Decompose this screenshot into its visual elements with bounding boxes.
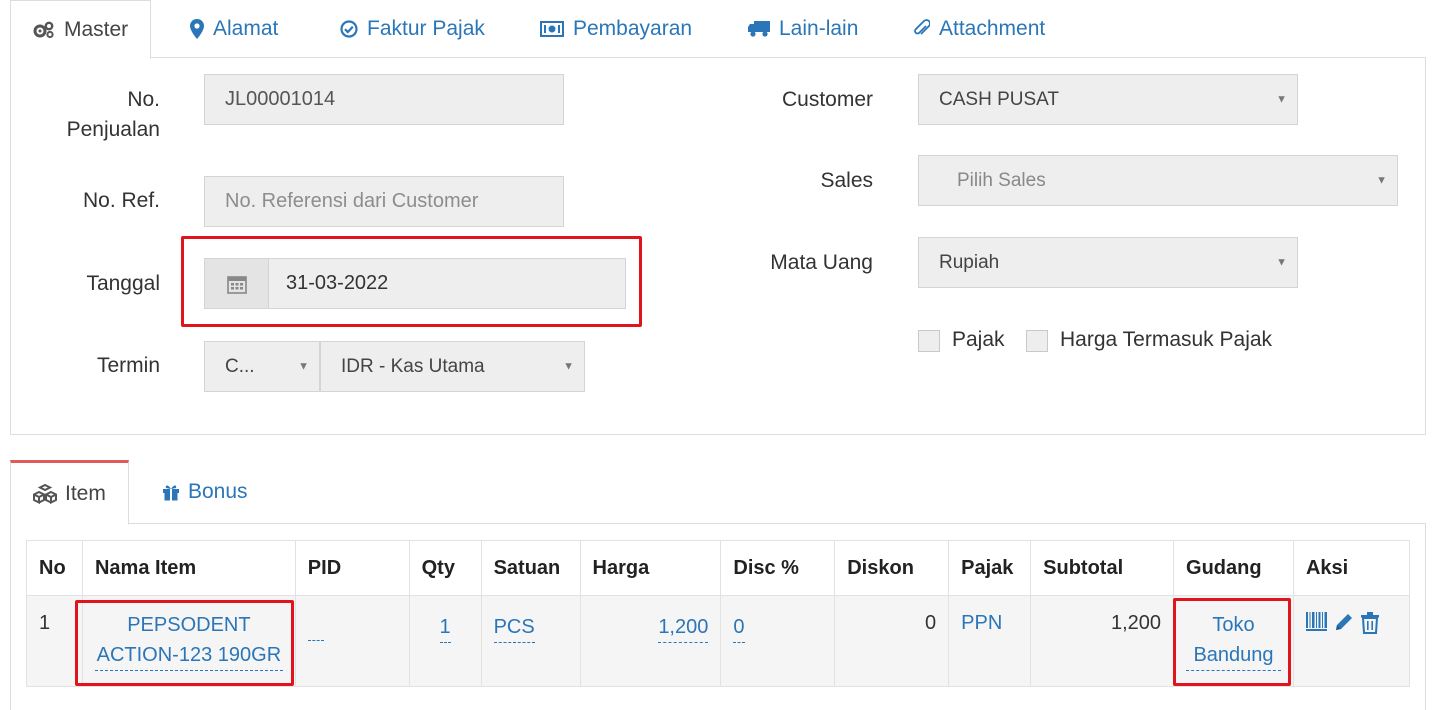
col-header-no: No	[26, 540, 83, 596]
tab-faktur-pajak[interactable]: Faktur Pajak	[340, 0, 485, 58]
customer-value: CASH PUSAT	[939, 88, 1060, 110]
no-penjualan-label: No. Penjualan	[66, 88, 160, 141]
col-header-gudang: Gudang	[1173, 540, 1294, 596]
col-header-pid: PID	[294, 540, 410, 596]
tab-lain-lain-label: Lain-lain	[779, 17, 859, 40]
satuan-editable[interactable]: PCS	[493, 612, 535, 643]
barcode-icon[interactable]	[1305, 612, 1328, 640]
col-header-satuan: Satuan	[480, 540, 581, 596]
cell-pajak: PPN	[948, 595, 1032, 687]
money-icon	[540, 21, 564, 37]
map-marker-icon	[190, 19, 204, 39]
item-tabs: Item Bonus	[10, 460, 1426, 525]
cell-harga: 1,200	[579, 595, 722, 687]
col-header-nama-item: Nama Item	[81, 540, 296, 596]
caret-down-icon: ▼	[1276, 92, 1287, 105]
tab-pembayaran-label: Pembayaran	[573, 17, 693, 40]
check-circle-icon	[340, 20, 358, 38]
cell-disc: 0	[720, 595, 836, 687]
no-ref-placeholder: No. Referensi dari Customer	[225, 190, 479, 212]
tab-alamat[interactable]: Alamat	[190, 0, 278, 58]
highlight-tanggal	[181, 236, 642, 327]
trash-icon[interactable]	[1360, 612, 1380, 640]
cell-qty: 1	[408, 595, 482, 687]
col-header-pajak: Pajak	[948, 540, 1032, 596]
tab-master-label: Master	[64, 17, 129, 41]
tab-bonus[interactable]: Bonus	[162, 460, 248, 524]
sales-label: Sales	[820, 169, 873, 192]
cell-satuan: PCS	[480, 595, 581, 687]
main-tabs: Master Alamat Faktur Pajak Pembayaran La…	[10, 0, 1426, 59]
tab-faktur-pajak-label: Faktur Pajak	[367, 17, 485, 40]
cell-aksi	[1292, 595, 1411, 687]
harga-termasuk-pajak-label: Harga Termasuk Pajak	[1060, 328, 1273, 351]
mata-uang-value: Rupiah	[939, 251, 1000, 273]
disc-editable[interactable]: 0	[733, 612, 745, 643]
no-penjualan-field[interactable]: JL00001014	[204, 74, 564, 125]
edit-pencil-icon[interactable]	[1334, 612, 1354, 640]
tanggal-label: Tanggal	[86, 272, 160, 295]
tab-alamat-label: Alamat	[213, 17, 279, 40]
customer-select[interactable]: CASH PUSAT ▼	[918, 74, 1298, 125]
tab-bonus-label: Bonus	[188, 480, 248, 503]
tab-pembayaran[interactable]: Pembayaran	[540, 0, 692, 58]
harga-termasuk-pajak-checkbox[interactable]	[1026, 330, 1048, 352]
tab-item[interactable]: Item	[10, 460, 129, 525]
no-ref-input[interactable]: No. Referensi dari Customer	[204, 176, 564, 227]
caret-down-icon: ▼	[1276, 255, 1287, 268]
col-header-disc: Disc %	[720, 540, 836, 596]
tab-master[interactable]: Master	[10, 0, 152, 59]
pajak-checkbox[interactable]	[918, 330, 940, 352]
mata-uang-select[interactable]: Rupiah ▼	[918, 237, 1298, 288]
termin-value: C...	[225, 355, 255, 377]
paperclip-icon	[914, 19, 930, 39]
col-header-aksi: Aksi	[1292, 540, 1411, 596]
tab-attachment[interactable]: Attachment	[914, 0, 1045, 58]
cell-diskon: 0	[834, 595, 950, 687]
no-penjualan-value: JL00001014	[225, 88, 336, 110]
caret-down-icon: ▼	[298, 359, 309, 372]
cubes-icon	[33, 483, 57, 504]
col-header-harga: Harga	[579, 540, 722, 596]
col-header-qty: Qty	[408, 540, 482, 596]
qty-editable[interactable]: 1	[439, 612, 451, 643]
truck-icon	[748, 21, 770, 37]
harga-editable[interactable]: 1,200	[658, 612, 709, 643]
highlight-gudang	[1173, 598, 1291, 686]
col-header-subtotal: Subtotal	[1030, 540, 1175, 596]
kas-select[interactable]: IDR - Kas Utama ▼	[320, 341, 585, 392]
sales-placeholder: Pilih Sales	[957, 169, 1046, 191]
gift-icon	[162, 483, 180, 501]
termin-label: Termin	[96, 354, 160, 377]
pajak-link[interactable]: PPN	[961, 612, 1002, 634]
kas-value: IDR - Kas Utama	[341, 355, 485, 377]
customer-label: Customer	[781, 88, 873, 111]
pajak-checkbox-label: Pajak	[952, 328, 1005, 351]
tab-lain-lain[interactable]: Lain-lain	[748, 0, 858, 58]
highlight-nama-item	[75, 600, 294, 686]
caret-down-icon: ▼	[1376, 173, 1387, 186]
termin-select[interactable]: C... ▼	[204, 341, 320, 392]
cell-subtotal: 1,200	[1030, 595, 1175, 687]
no-ref-label: No. Ref.	[82, 189, 160, 212]
gears-icon	[33, 21, 55, 39]
caret-down-icon: ▼	[563, 359, 574, 372]
tab-item-label: Item	[65, 481, 106, 505]
sales-select[interactable]: Pilih Sales ▼	[918, 155, 1398, 206]
table-header-row: No Nama Item PID Qty Satuan Harga Disc %…	[26, 540, 1411, 596]
cell-pid	[294, 595, 410, 687]
mata-uang-label: Mata Uang	[770, 251, 873, 274]
pid-editable[interactable]	[307, 640, 324, 641]
col-header-diskon: Diskon	[834, 540, 950, 596]
tab-attachment-label: Attachment	[939, 17, 1046, 40]
